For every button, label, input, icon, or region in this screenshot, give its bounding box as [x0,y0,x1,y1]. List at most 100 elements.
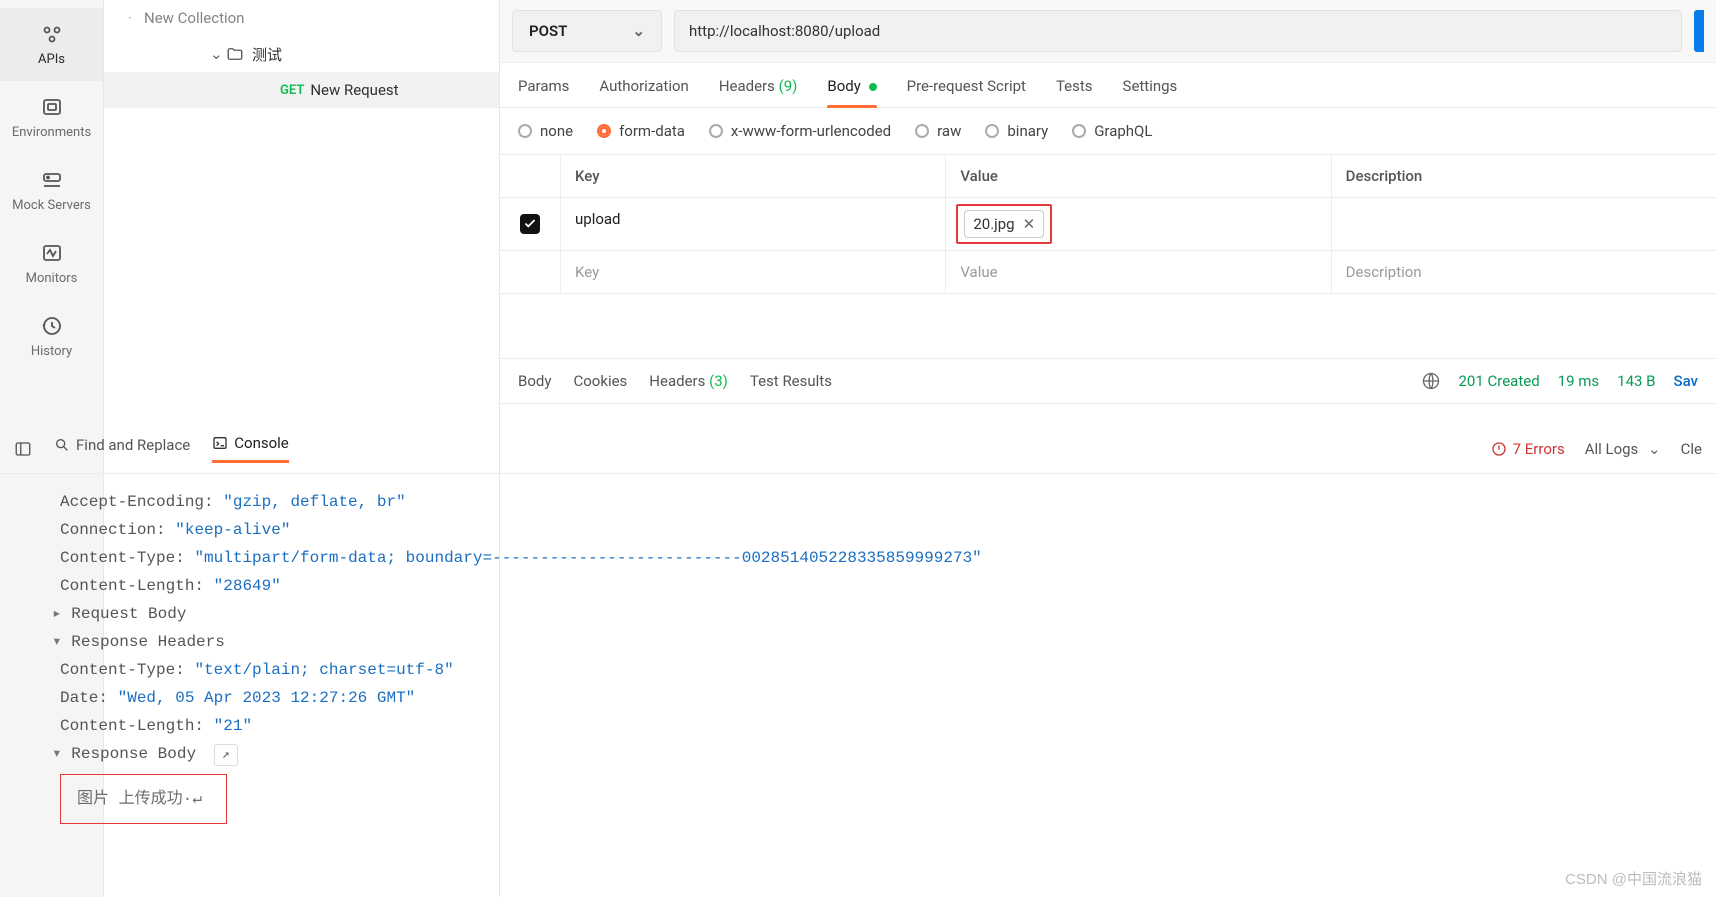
folder-row[interactable]: ⌄ 测试 [104,36,499,72]
time-text: 19 ms [1558,372,1599,390]
header-key: Accept-Encoding: [60,493,214,511]
sidebar-item-history[interactable]: History [0,300,103,373]
radio-graphql[interactable]: GraphQL [1072,122,1152,140]
response-headers-toggle[interactable]: Response Headers [52,628,1664,656]
tab-authorization[interactable]: Authorization [599,77,688,107]
log-filter-dropdown[interactable]: All Logs ⌄ [1585,440,1661,458]
header-key: Content-Length: [60,577,204,595]
tab-label: Authorization [599,77,688,95]
toggle-label: Response Headers [71,633,225,651]
table-header: Key Value Description [500,155,1716,198]
panel-toggle-icon[interactable] [14,440,32,458]
file-chip: 20.jpg ✕ [964,210,1044,238]
chevron-down-icon: ⌄ [1648,440,1661,458]
request-label: New Request [310,81,398,99]
tab-tests[interactable]: Tests [1056,77,1093,107]
save-response-button[interactable]: Sav [1674,372,1699,390]
resp-tab-tests[interactable]: Test Results [750,372,832,390]
check-icon [523,217,537,231]
tab-label: Pre-request Script [907,77,1026,95]
method-value: POST [529,22,567,40]
radio-none[interactable]: none [518,122,573,140]
request-body-toggle[interactable]: Request Body [52,600,1664,628]
cell-key-placeholder[interactable]: Key [560,251,945,293]
radio-icon [1072,124,1086,138]
col-value: Value [945,155,1330,197]
radio-formdata[interactable]: form-data [597,122,685,140]
header-key: Content-Type: [60,661,185,679]
clear-button[interactable]: Cle [1681,440,1702,458]
header-value: "21" [214,717,252,735]
open-external-icon[interactable]: ↗ [214,744,238,766]
sidebar-label: APIs [38,52,65,67]
table-row-placeholder: Key Value Description [500,251,1716,294]
header-value: "multipart/form-data; boundary=---------… [194,549,981,567]
request-tabs: Params Authorization Headers (9) Body Pr… [500,63,1716,108]
collection-row[interactable]: · New Collection [104,0,499,36]
globe-icon[interactable] [1421,371,1441,391]
method-badge: GET [280,83,304,98]
response-bar: Body Cookies Headers (3) Test Results 20… [500,358,1716,404]
resp-tab-body[interactable]: Body [518,372,551,390]
cell-value[interactable]: 20.jpg ✕ [945,198,1330,250]
col-key: Key [560,155,945,197]
errors-indicator[interactable]: 7 Errors [1491,440,1565,458]
console-output: Accept-Encoding: "gzip, deflate, br" Con… [0,474,1716,832]
sidebar-item-apis[interactable]: APIs [0,8,103,81]
key-text: upload [575,210,621,228]
tab-label: Body [827,77,860,95]
chevron-right-icon: · [128,9,142,27]
find-replace-tab[interactable]: Find and Replace [54,436,190,462]
tab-headers[interactable]: Headers (9) [719,77,798,107]
mock-servers-icon [40,168,64,192]
response-body-toggle[interactable]: Response Body ↗ [52,740,1664,768]
response-meta: 201 Created 19 ms 143 B Sav [1421,371,1699,391]
resp-tab-headers[interactable]: Headers (3) [649,372,728,390]
request-row[interactable]: GET New Request [104,72,499,108]
sidebar-label: Monitors [26,271,78,286]
tab-prerequest[interactable]: Pre-request Script [907,77,1026,107]
history-icon [40,314,64,338]
cell-value-placeholder[interactable]: Value [945,251,1330,293]
cell-description[interactable] [1331,198,1716,250]
header-value: "text/plain; charset=utf-8" [194,661,453,679]
chevron-down-icon: ⌄ [632,22,645,40]
sidebar-item-environments[interactable]: Environments [0,81,103,154]
sidebar-label: History [31,344,72,359]
error-icon [1491,441,1507,457]
method-select[interactable]: POST ⌄ [512,10,662,52]
radio-raw[interactable]: raw [915,122,961,140]
radio-binary[interactable]: binary [985,122,1048,140]
file-name: 20.jpg [973,215,1014,233]
radio-label: binary [1007,122,1048,140]
header-key: Content-Type: [60,549,185,567]
sidebar-item-mock[interactable]: Mock Servers [0,154,103,227]
radio-xwww[interactable]: x-www-form-urlencoded [709,122,891,140]
radio-icon [597,124,611,138]
sidebar-item-monitors[interactable]: Monitors [0,227,103,300]
tab-body[interactable]: Body [827,77,876,107]
tab-label: Tests [1056,77,1093,95]
url-input[interactable]: http://localhost:8080/upload [674,10,1682,52]
radio-label: raw [937,122,961,140]
dropdown-label: All Logs [1585,440,1639,458]
send-button[interactable] [1694,10,1704,52]
console-tab[interactable]: Console [212,434,289,463]
remove-file-icon[interactable]: ✕ [1023,215,1036,233]
cell-key[interactable]: upload [560,198,945,250]
cell-desc-placeholder[interactable]: Description [1331,251,1716,293]
row-checkbox[interactable] [520,214,540,234]
resp-tab-cookies[interactable]: Cookies [573,372,627,390]
headers-count: (3) [709,372,728,390]
tab-label: Headers [719,77,775,95]
radio-label: form-data [619,122,685,140]
sidebar-label: Environments [12,125,91,140]
header-key: Date: [60,689,108,707]
tab-settings[interactable]: Settings [1123,77,1178,107]
headers-count: (9) [779,77,798,95]
environments-icon [40,95,64,119]
table-row: upload 20.jpg ✕ [500,198,1716,251]
tab-params[interactable]: Params [518,77,569,107]
response-tabs: Body Cookies Headers (3) Test Results [518,372,832,390]
header-value: "Wed, 05 Apr 2023 12:27:26 GMT" [118,689,416,707]
